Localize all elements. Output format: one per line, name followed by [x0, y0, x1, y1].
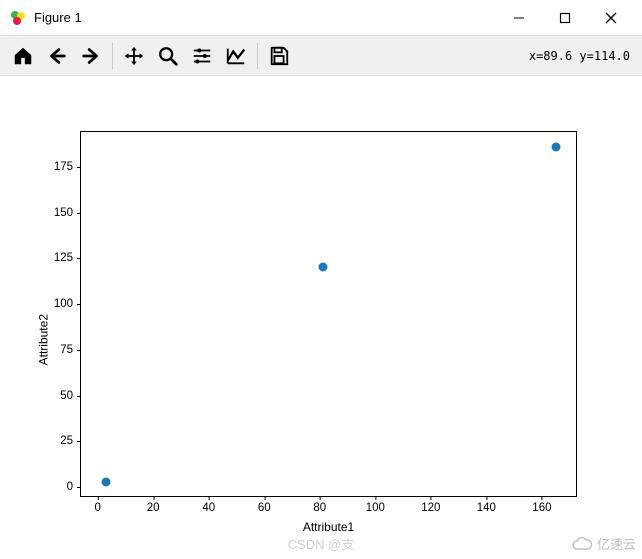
y-tick: 100: [54, 298, 81, 310]
zoom-button[interactable]: [151, 39, 185, 73]
maximize-button[interactable]: [542, 0, 588, 36]
window-titlebar: Figure 1: [0, 0, 642, 36]
y-tick: 125: [54, 252, 81, 264]
x-tick: 100: [366, 496, 385, 514]
cursor-coordinates: x=89.6 y=114.0: [529, 49, 636, 63]
toolbar-separator: [257, 43, 258, 69]
watermark-yisu-text: 亿速云: [597, 534, 636, 553]
y-tick: 0: [67, 481, 81, 493]
watermark-yisu: 亿速云: [571, 534, 636, 553]
forward-button[interactable]: [74, 39, 108, 73]
y-axis-label: Attribute2: [36, 314, 50, 365]
window-title: Figure 1: [34, 10, 82, 25]
y-tick: 75: [60, 344, 81, 356]
y-tick: 150: [54, 207, 81, 219]
save-button[interactable]: [262, 39, 296, 73]
scatter-point: [551, 142, 560, 151]
minimize-button[interactable]: [496, 0, 542, 36]
home-button[interactable]: [6, 39, 40, 73]
watermark-csdn: CSDN @支: [288, 534, 355, 553]
app-icon: [10, 10, 26, 26]
scatter-point: [318, 263, 327, 272]
configure-subplots-button[interactable]: [185, 39, 219, 73]
cloud-icon: [571, 536, 593, 552]
x-tick: 80: [313, 496, 326, 514]
x-tick: 20: [147, 496, 160, 514]
x-tick: 0: [94, 496, 100, 514]
edit-axes-button[interactable]: [219, 39, 253, 73]
plot-axes[interactable]: Attribute1 Attribute2 020406080100120140…: [80, 131, 577, 497]
x-tick: 120: [421, 496, 440, 514]
toolbar-separator: [112, 43, 113, 69]
toolbar: x=89.6 y=114.0: [0, 36, 642, 76]
x-tick: 40: [202, 496, 215, 514]
close-button[interactable]: [588, 0, 634, 36]
x-tick: 160: [532, 496, 551, 514]
x-tick: 60: [258, 496, 271, 514]
y-tick: 50: [60, 390, 81, 402]
pan-button[interactable]: [117, 39, 151, 73]
back-button[interactable]: [40, 39, 74, 73]
scatter-point: [101, 477, 110, 486]
x-tick: 140: [477, 496, 496, 514]
x-axis-label: Attribute1: [303, 520, 354, 534]
figure-canvas[interactable]: Attribute1 Attribute2 0 20 40 60 80 100 120 140…: [0, 76, 642, 559]
y-tick: 175: [54, 161, 81, 173]
y-tick: 25: [60, 435, 81, 447]
